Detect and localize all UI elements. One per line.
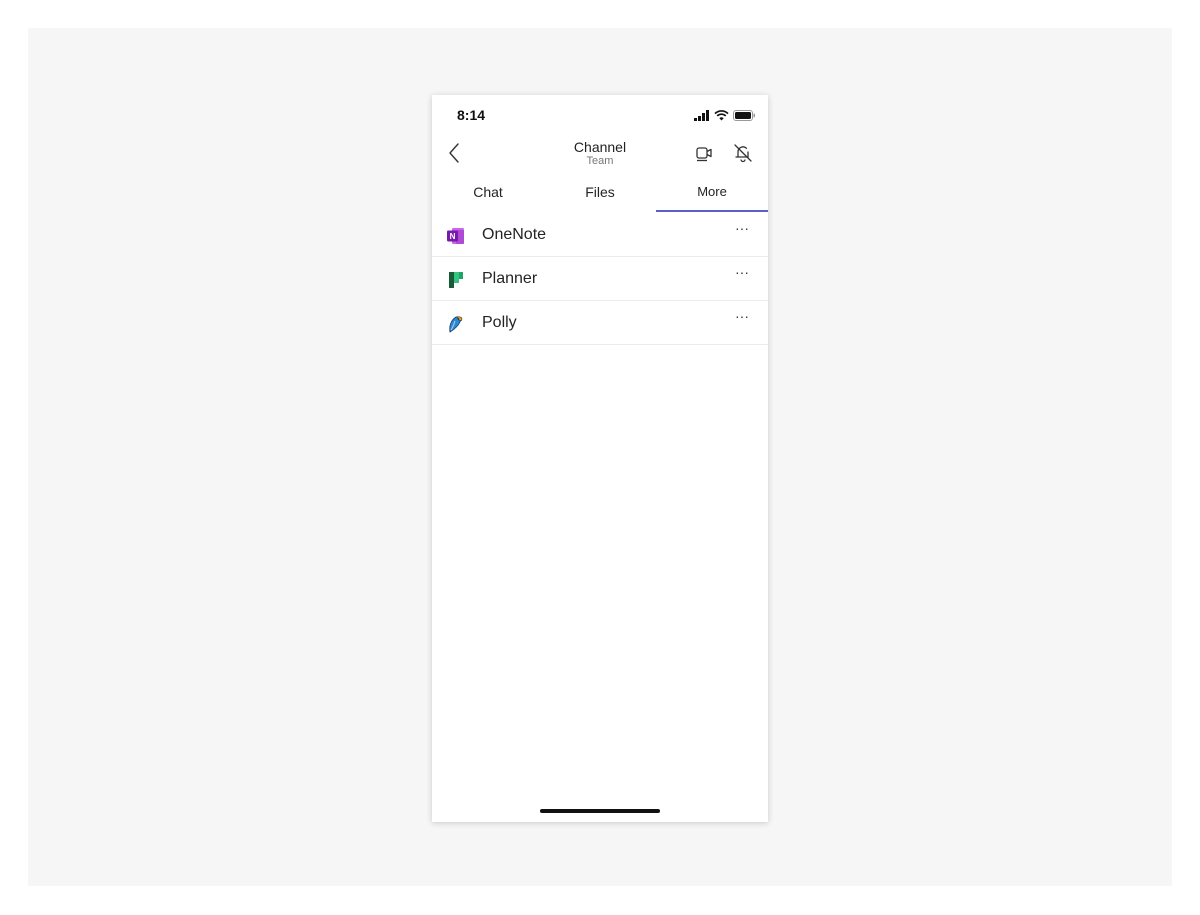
app-name: Polly <box>482 314 517 331</box>
bell-off-icon[interactable] <box>732 142 754 164</box>
polly-icon <box>449 316 463 333</box>
tab-chat[interactable]: Chat <box>432 175 544 211</box>
home-indicator[interactable] <box>540 809 660 813</box>
back-button[interactable] <box>446 141 464 165</box>
more-options-button[interactable]: ··· <box>730 265 754 285</box>
battery-icon <box>733 109 755 121</box>
list-item-planner[interactable]: Planner ··· <box>432 257 768 301</box>
channel-title: Channel <box>573 139 627 155</box>
active-tab-indicator <box>656 210 768 212</box>
list-item-onenote[interactable]: N OneNote ··· <box>432 213 768 257</box>
status-bar: 8:14 <box>432 95 768 135</box>
onenote-icon: N <box>447 228 464 244</box>
more-options-button[interactable]: ··· <box>730 309 754 329</box>
app-list: N OneNote ··· Planner ··· Polly ··· <box>432 213 768 345</box>
app-name: Planner <box>482 270 538 287</box>
svg-text:N: N <box>450 232 456 241</box>
status-time: 8:14 <box>457 107 486 123</box>
cellular-signal-icon <box>694 109 709 121</box>
status-icons <box>694 109 756 121</box>
app-name: OneNote <box>482 226 547 243</box>
tab-more[interactable]: More <box>656 175 768 211</box>
planner-icon <box>449 272 463 288</box>
wifi-icon <box>714 109 729 120</box>
channel-header: Channel Team <box>432 135 768 171</box>
video-call-button[interactable] <box>694 143 714 163</box>
list-item-polly[interactable]: Polly ··· <box>432 301 768 345</box>
channel-tabs: Chat Files More <box>432 175 768 213</box>
phone-screen: 8:14 Channel Team Chat Files More N OneN… <box>432 95 768 822</box>
tab-files[interactable]: Files <box>544 175 656 211</box>
team-subtitle: Team <box>586 155 614 167</box>
more-options-button[interactable]: ··· <box>730 221 754 241</box>
channel-title-block: Channel Team <box>432 139 768 168</box>
